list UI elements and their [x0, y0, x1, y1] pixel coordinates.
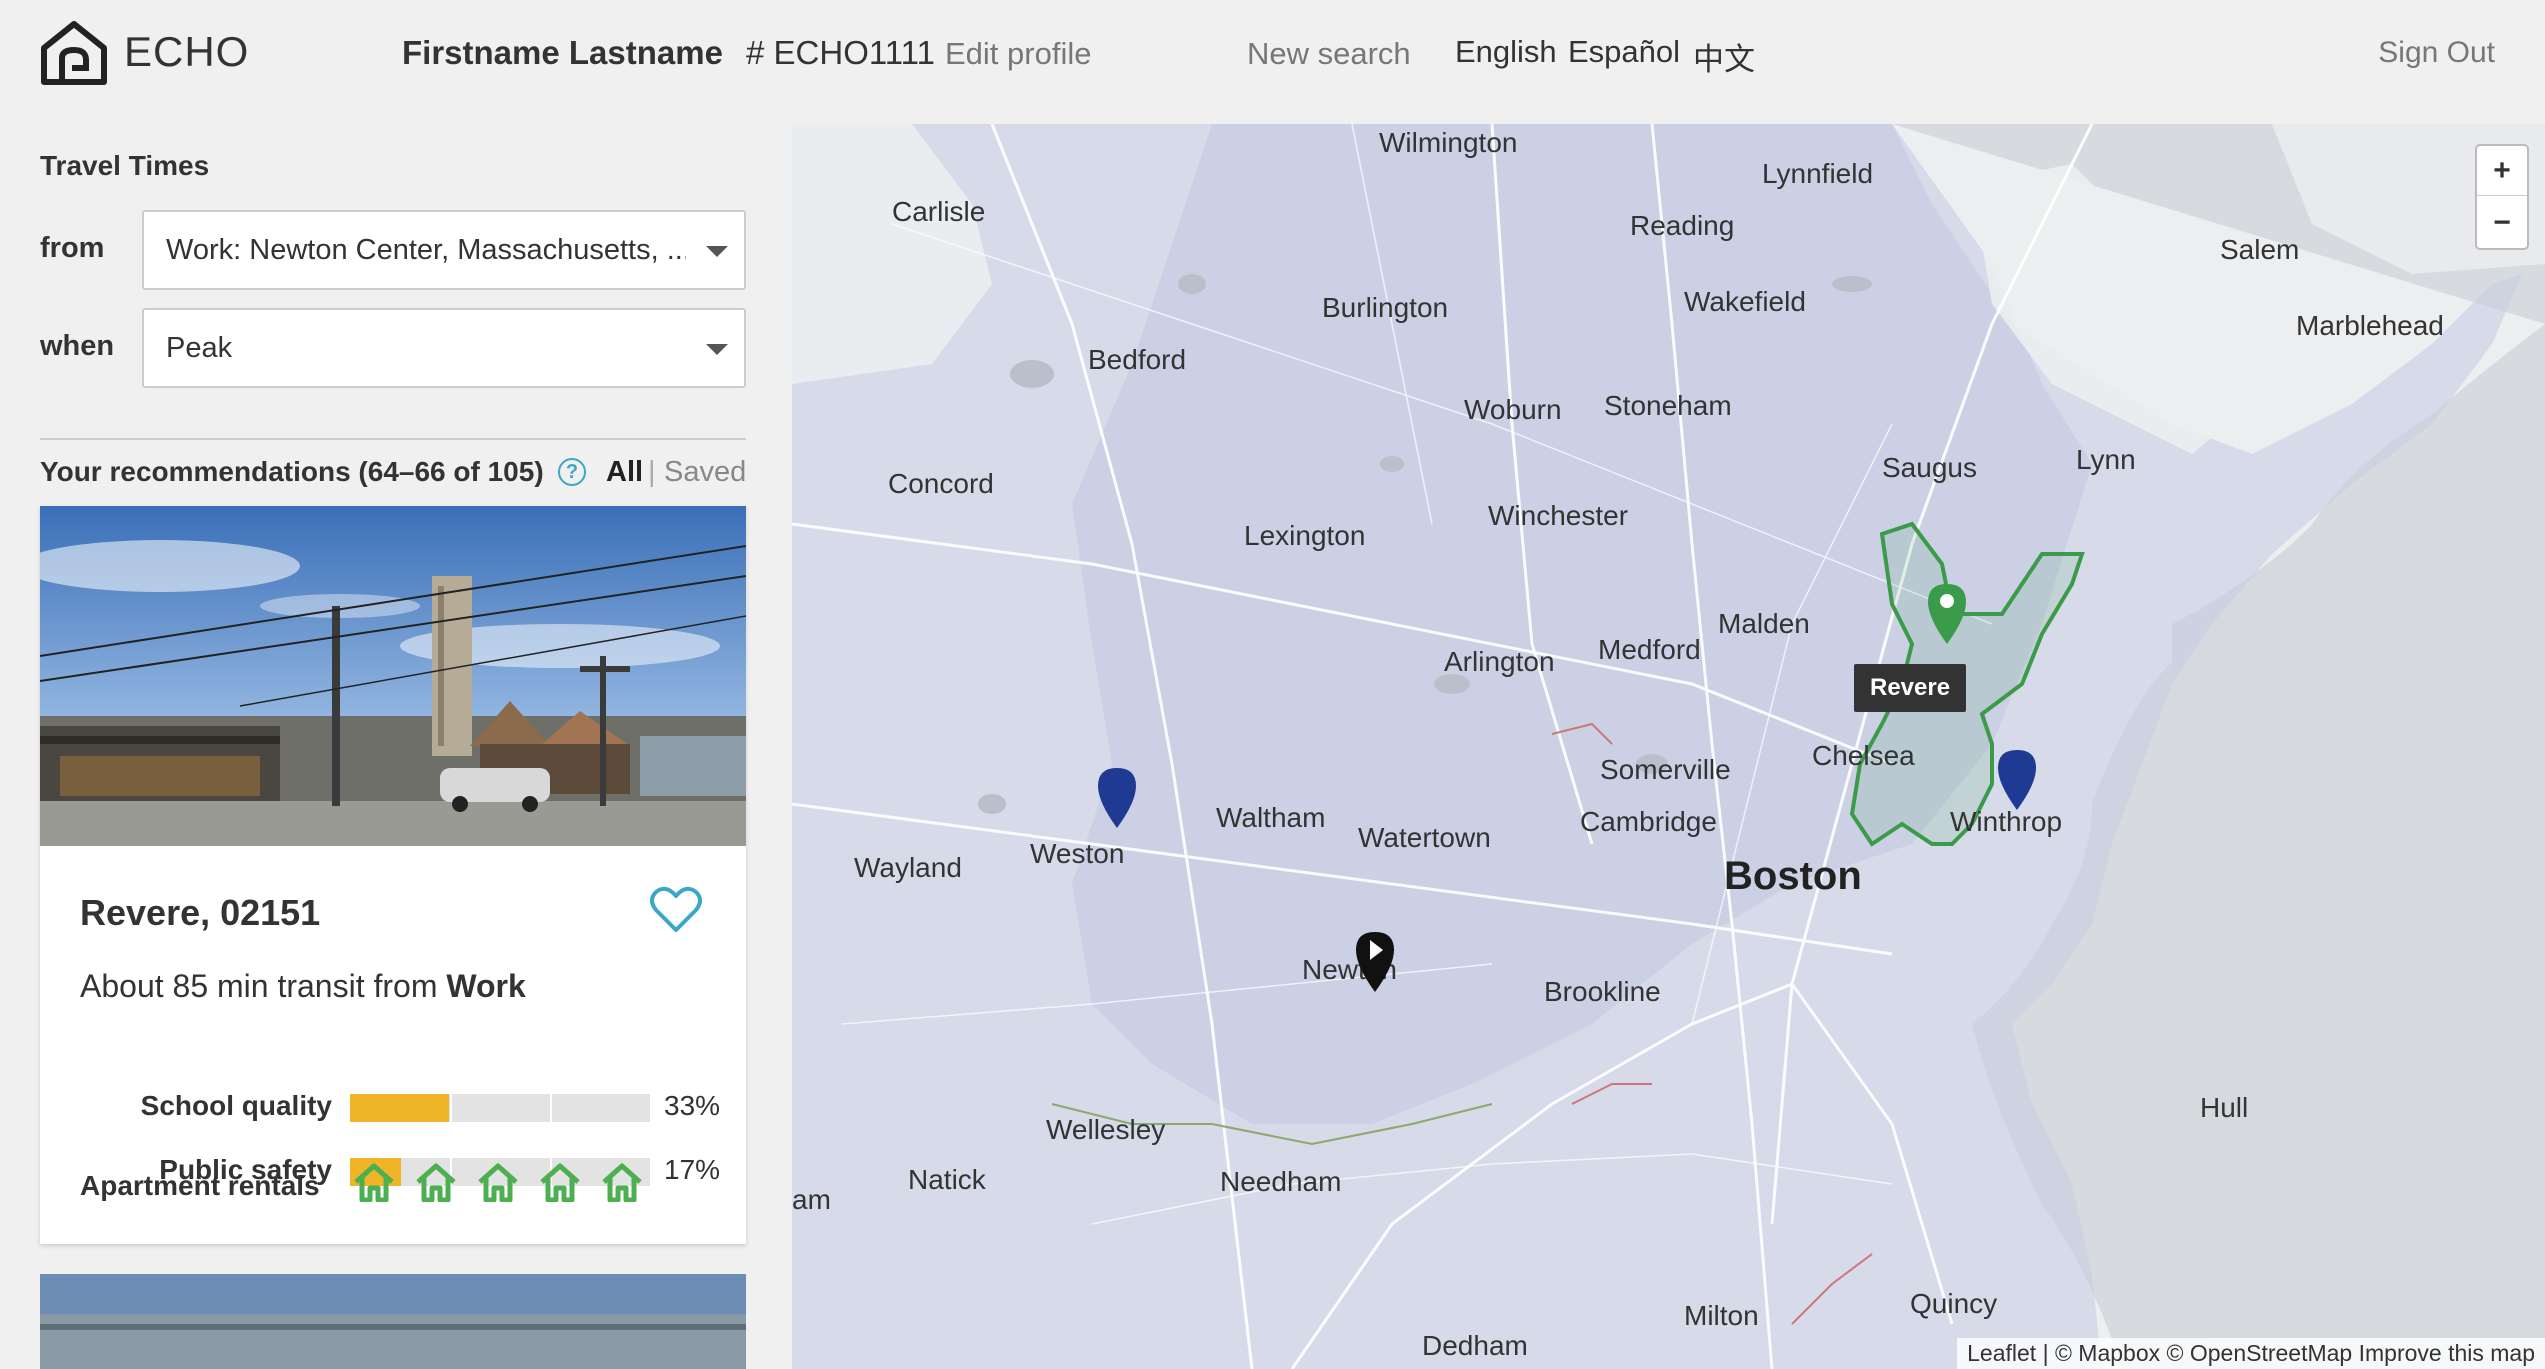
filter-all[interactable]: All [606, 456, 643, 489]
travel-times-title: Travel Times [40, 150, 210, 181]
when-label: when [40, 330, 115, 362]
map-label-concord: Concord [888, 468, 994, 499]
map-label-arlington: Arlington [1444, 646, 1555, 677]
map[interactable]: Wilmington Lynnfield Carlisle Reading Sa… [792, 124, 2545, 1369]
map-label-wellesley: Wellesley [1046, 1114, 1166, 1145]
when-select-value: Peak [166, 332, 233, 364]
map-label-somerville: Somerville [1600, 754, 1731, 785]
house-icon [540, 1163, 580, 1202]
filter-saved[interactable]: Saved [664, 456, 746, 489]
map-label-waltham: Waltham [1216, 802, 1326, 833]
transit-prefix: About 85 min transit from [80, 968, 438, 1004]
map-label-marblehead: Marblehead [2296, 310, 2444, 341]
language-spanish[interactable]: Español [1568, 34, 1680, 70]
sidebar: Travel Times from Work: Newton Center, M… [40, 110, 746, 1369]
when-select[interactable]: Peak [142, 308, 746, 388]
recommendation-card[interactable]: Revere, 02151 About 85 min transit from … [40, 506, 746, 1244]
map-label-salem: Salem [2220, 234, 2300, 265]
map-label-reading: Reading [1630, 210, 1735, 241]
map-label-cambridge: Cambridge [1580, 806, 1717, 837]
location-marker-icon[interactable] [1994, 746, 2040, 812]
zoom-in-button[interactable]: + [2477, 146, 2527, 196]
map-label-lynnfield: Lynnfield [1762, 158, 1874, 189]
map-label-stoneham: Stoneham [1604, 390, 1732, 421]
house-icon [354, 1163, 394, 1202]
transit-time: About 85 min transit from Work [80, 968, 526, 1005]
school-quality-label: School quality [140, 1090, 332, 1121]
house-icon [602, 1163, 642, 1202]
work-location-marker-icon[interactable] [1352, 928, 1398, 994]
map-label-brookline: Brookline [1544, 976, 1661, 1007]
map-label-wakefield: Wakefield [1684, 286, 1806, 317]
school-quality-bar [350, 1094, 650, 1122]
edit-profile-link[interactable]: Edit profile [945, 36, 1091, 72]
from-label: from [40, 232, 105, 264]
location-marker-icon[interactable] [1094, 764, 1140, 830]
map-label-carlisle: Carlisle [892, 196, 986, 227]
map-label-natick: Natick [908, 1164, 986, 1195]
recommendations-title: Your recommendations (64–66 of 105) [40, 456, 544, 487]
map-attribution[interactable]: Leaflet | © Mapbox © OpenStreetMap Impro… [1957, 1338, 2545, 1369]
brand-name: ECHO [124, 28, 250, 75]
home-logo-icon[interactable] [38, 18, 110, 86]
revere-location-marker-icon[interactable] [1924, 580, 1970, 646]
map-tooltip: Revere [1854, 664, 1967, 712]
map-label-lexington: Lexington [1244, 520, 1366, 551]
map-label-hull: Hull [2200, 1092, 2249, 1123]
app-header: ECHO Firstname Lastname # ECHO1111 Edit … [0, 0, 2545, 110]
map-canvas[interactable] [792, 124, 2545, 1369]
map-label-wilmington: Wilmington [1379, 127, 1518, 158]
map-label-wayland: Wayland [854, 852, 962, 883]
house-icon [416, 1163, 456, 1202]
apartment-rentals-label: Apartment rentals [80, 1170, 320, 1201]
divider [40, 438, 746, 440]
zoom-control: + − [2475, 144, 2529, 250]
map-label-milton: Milton [1684, 1300, 1759, 1331]
house-icon [478, 1163, 518, 1202]
filter-separator: | [648, 456, 656, 488]
sign-out-link[interactable]: Sign Out [2378, 36, 2495, 70]
neighborhood-photo [40, 506, 746, 846]
school-quality-bar-fill [350, 1094, 449, 1122]
bar-segment-divider [550, 1094, 552, 1122]
public-safety-value: 17% [664, 1154, 721, 1185]
chevron-down-icon [706, 246, 728, 257]
from-select[interactable]: Work: Newton Center, Massachusetts, ... [142, 210, 746, 290]
zoom-out-button[interactable]: − [2477, 198, 2527, 248]
map-label-saugus: Saugus [1882, 452, 1977, 483]
map-label-needham: Needham [1220, 1166, 1342, 1197]
map-label-dedham: Dedham [1422, 1330, 1528, 1361]
map-label-malden: Malden [1718, 608, 1810, 639]
chevron-down-icon [706, 344, 728, 355]
language-chinese[interactable]: 中文 [1693, 34, 1755, 79]
map-label-watertown: Watertown [1358, 822, 1491, 853]
map-label-chelsea: Chelsea [1812, 740, 1915, 771]
heart-icon[interactable] [650, 886, 702, 934]
map-label-lynn: Lynn [2076, 444, 2136, 475]
from-select-value: Work: Newton Center, Massachusetts, ... [166, 234, 686, 266]
recommendation-card-next[interactable] [40, 1274, 746, 1369]
bar-segment-divider [450, 1094, 452, 1122]
card-title: Revere, 02151 [80, 892, 321, 933]
map-label-quincy: Quincy [1910, 1288, 1998, 1319]
map-label-partial: am [792, 1184, 831, 1215]
new-search-link[interactable]: New search [1247, 36, 1411, 72]
user-name: Firstname Lastname [402, 34, 723, 71]
transit-destination: Work [446, 968, 526, 1004]
map-label-boston: Boston [1724, 854, 1862, 898]
help-icon[interactable]: ? [558, 458, 586, 486]
language-english[interactable]: English [1455, 34, 1557, 70]
school-quality-value: 33% [664, 1090, 721, 1121]
map-label-bedford: Bedford [1088, 344, 1187, 375]
map-label-winchester: Winchester [1488, 500, 1629, 531]
map-label-burlington: Burlington [1322, 292, 1449, 323]
user-id: # ECHO1111 [746, 34, 935, 71]
map-label-medford: Medford [1598, 634, 1701, 665]
map-label-woburn: Woburn [1464, 394, 1562, 425]
map-label-weston: Weston [1030, 838, 1125, 869]
